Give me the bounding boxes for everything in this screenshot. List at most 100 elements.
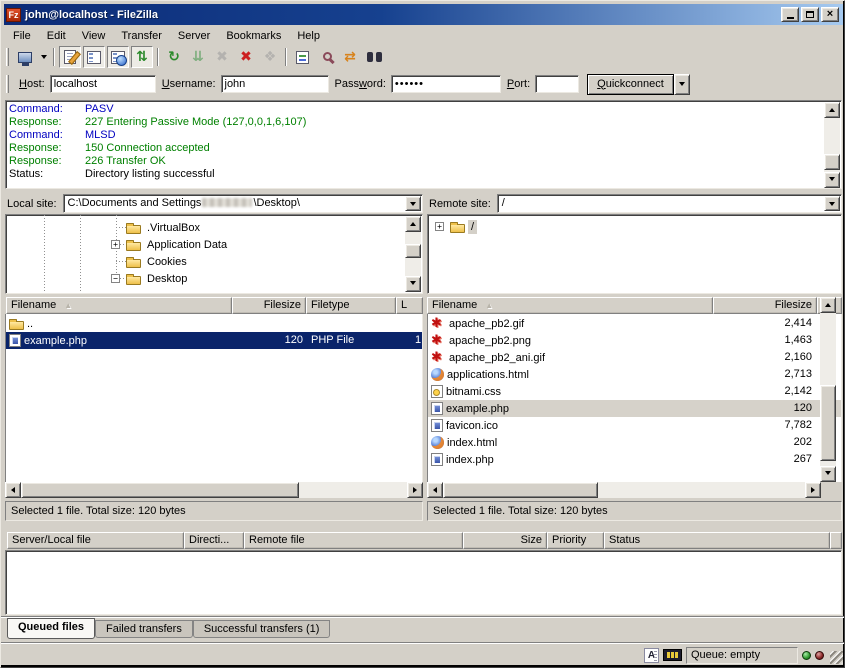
column-header-filesize[interactable]: Filesize <box>232 297 306 314</box>
menu-transfer[interactable]: Transfer <box>113 29 170 43</box>
scrollbar-thumb[interactable] <box>820 385 836 461</box>
list-item[interactable]: index.php 267 <box>428 451 841 468</box>
column-header-size[interactable]: Size <box>463 532 547 549</box>
title-bar[interactable]: Fz john@localhost - FileZilla × <box>4 4 843 25</box>
scroll-down-button[interactable] <box>824 172 840 188</box>
list-item-example-php[interactable]: example.php 120 PHP File 1 <box>6 332 422 349</box>
disconnect-button[interactable]: ✖ <box>235 46 257 68</box>
tree-item-desktop[interactable]: Desktop <box>126 270 190 287</box>
combo-dropdown-button[interactable] <box>824 196 840 211</box>
menu-help[interactable]: Help <box>289 29 328 43</box>
expand-plus-icon[interactable]: + <box>111 240 120 249</box>
message-log[interactable]: Command:PASV Response:227 Entering Passi… <box>5 100 842 189</box>
scrollbar-thumb[interactable] <box>21 482 299 498</box>
column-header-filetype[interactable]: Filetype <box>306 297 396 314</box>
remote-tree[interactable]: + / <box>427 214 842 294</box>
list-item[interactable]: bitnami.css 2,142 <box>428 383 841 400</box>
local-tree[interactable]: .VirtualBox + Application Data Cookies −… <box>5 214 423 294</box>
reconnect-button[interactable]: ❖ <box>259 46 281 68</box>
list-item[interactable]: index.html 202 <box>428 434 841 451</box>
menu-view[interactable]: View <box>74 29 114 43</box>
scroll-right-button[interactable] <box>805 482 821 498</box>
menu-file[interactable]: File <box>5 29 39 43</box>
password-input[interactable]: •••••• <box>391 75 501 93</box>
scroll-up-button[interactable] <box>824 102 840 118</box>
column-header-direction[interactable]: Directi... <box>184 532 244 549</box>
tab-successful-transfers[interactable]: Successful transfers (1) <box>193 620 331 638</box>
remote-file-list[interactable]: apache_pb2.gif 2,414 apache_pb2.png 1,46… <box>427 314 842 482</box>
toggle-queue-button[interactable]: ⇅ <box>131 46 153 68</box>
scroll-up-button[interactable] <box>405 216 421 232</box>
column-header-remote-file[interactable]: Remote file <box>244 532 463 549</box>
toggle-remote-tree-button[interactable] <box>107 46 129 68</box>
tab-queued-files[interactable]: Queued files <box>7 618 95 639</box>
column-header-filename[interactable]: Filename▲ <box>6 297 232 314</box>
quickconnect-grip[interactable] <box>6 75 9 93</box>
combo-dropdown-button[interactable] <box>405 196 421 211</box>
menu-server[interactable]: Server <box>170 29 218 43</box>
remote-hscrollbar[interactable] <box>427 482 821 498</box>
minimize-button[interactable] <box>781 7 799 22</box>
scrollbar-thumb[interactable] <box>405 244 421 258</box>
scrollbar-thumb[interactable] <box>824 154 840 170</box>
scroll-left-button[interactable] <box>427 482 443 498</box>
speed-limit-indicator-icon[interactable] <box>663 649 682 661</box>
local-path-combo[interactable]: C:\Documents and Settings\Desktop\ <box>63 194 423 213</box>
list-item-parent-dir[interactable]: .. <box>6 315 422 332</box>
scrollbar-thumb[interactable] <box>443 482 598 498</box>
list-item-example-php[interactable]: example.php 120 <box>428 400 841 417</box>
transfer-type-indicator-icon[interactable]: A <box>644 648 659 663</box>
list-item[interactable]: applications.html 2,713 <box>428 366 841 383</box>
tree-item-application-data[interactable]: Application Data <box>126 236 230 253</box>
expand-plus-icon[interactable]: + <box>435 222 444 231</box>
filter-button[interactable] <box>291 46 313 68</box>
remote-path-combo[interactable]: / <box>497 194 842 213</box>
host-input[interactable]: localhost <box>50 75 156 93</box>
port-input[interactable] <box>535 75 579 93</box>
column-header-server-local-file[interactable]: Server/Local file <box>7 532 184 549</box>
tree-item-virtualbox[interactable]: .VirtualBox <box>126 219 203 236</box>
scroll-down-button[interactable] <box>820 466 836 482</box>
column-header-lastmodified[interactable]: L <box>396 297 423 314</box>
list-item[interactable]: apache_pb2.gif 2,414 <box>428 315 841 332</box>
column-header-filesize[interactable]: Filesize <box>713 297 817 314</box>
local-file-list[interactable]: .. example.php 120 PHP File 1 <box>5 314 423 482</box>
transfer-queue-list[interactable] <box>5 550 842 615</box>
log-scrollbar[interactable] <box>824 102 840 188</box>
tree-item-root[interactable]: / <box>450 218 477 235</box>
cancel-operation-button[interactable]: ✖ <box>211 46 233 68</box>
toggle-local-tree-button[interactable] <box>83 46 105 68</box>
collapse-minus-icon[interactable]: − <box>111 274 120 283</box>
synchronized-browsing-button[interactable]: ⇄ <box>339 46 361 68</box>
menu-edit[interactable]: Edit <box>39 29 74 43</box>
list-item[interactable]: favicon.ico 7,782 <box>428 417 841 434</box>
resize-grip[interactable] <box>830 651 843 664</box>
scroll-up-button[interactable] <box>820 297 836 313</box>
column-header-filename[interactable]: Filename▲ <box>427 297 713 314</box>
scroll-right-button[interactable] <box>407 482 423 498</box>
directory-comparison-button[interactable] <box>315 46 337 68</box>
find-files-button[interactable] <box>363 46 385 68</box>
tree-item-cookies[interactable]: Cookies <box>126 253 190 270</box>
toolbar-grip[interactable] <box>6 48 9 66</box>
process-queue-button[interactable]: ⇊ <box>187 46 209 68</box>
column-header-priority[interactable]: Priority <box>547 532 604 549</box>
username-input[interactable]: john <box>221 75 329 93</box>
quickconnect-button[interactable]: Quickconnect <box>587 74 674 95</box>
scroll-left-button[interactable] <box>5 482 21 498</box>
local-hscrollbar[interactable] <box>5 482 423 498</box>
menu-bookmarks[interactable]: Bookmarks <box>218 29 289 43</box>
refresh-button[interactable]: ↻ <box>163 46 185 68</box>
scroll-down-button[interactable] <box>405 276 421 292</box>
close-button[interactable]: × <box>821 7 839 22</box>
local-tree-scrollbar[interactable] <box>405 216 421 292</box>
site-manager-dropdown[interactable] <box>37 46 50 68</box>
quickconnect-dropdown[interactable] <box>674 74 690 95</box>
toggle-message-log-button[interactable] <box>59 46 81 68</box>
column-header-status[interactable]: Status <box>604 532 830 549</box>
remote-list-scrollbar[interactable] <box>820 297 836 482</box>
list-item[interactable]: apache_pb2_ani.gif 2,160 <box>428 349 841 366</box>
tab-failed-transfers[interactable]: Failed transfers <box>95 620 193 638</box>
site-manager-button[interactable] <box>14 46 36 68</box>
list-item[interactable]: apache_pb2.png 1,463 <box>428 332 841 349</box>
